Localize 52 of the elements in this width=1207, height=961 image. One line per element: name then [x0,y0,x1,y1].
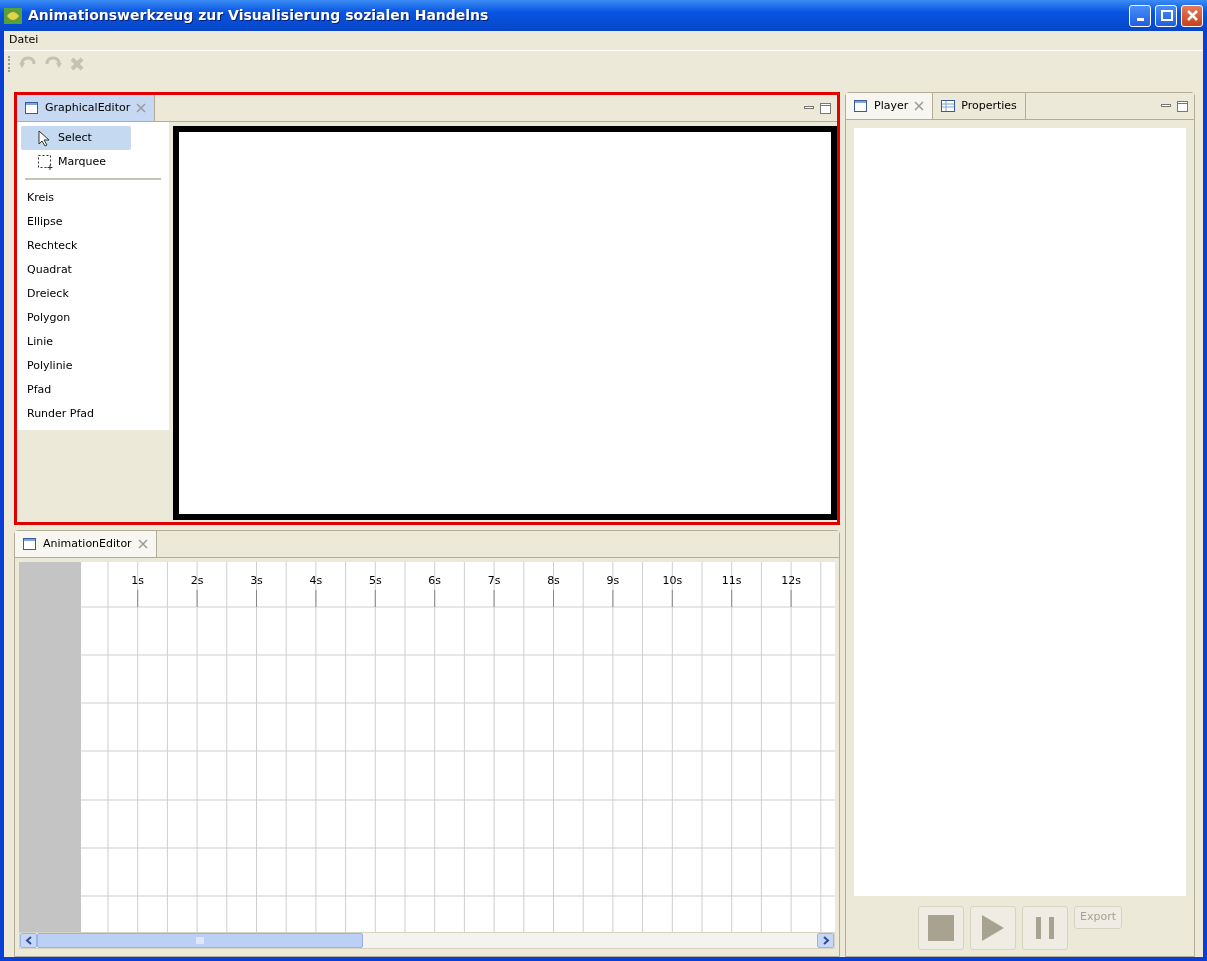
minimize-button[interactable] [1129,4,1151,27]
close-icon [1184,8,1200,23]
time-label: 2s [190,574,204,587]
minimize-icon [1136,18,1144,21]
view-icon [854,100,868,112]
palette-item[interactable]: Kreis [19,186,167,210]
app-icon [4,7,22,24]
palette-tool[interactable]: Marquee [21,150,131,174]
time-label: 4s [309,574,323,587]
tab[interactable]: AnimationEditor [15,531,157,557]
scrollbar-track[interactable] [19,932,835,949]
scroll-right-button[interactable] [817,933,834,948]
view-icon [941,100,956,112]
view-icon [23,538,37,550]
view-icon [25,102,39,114]
time-label: 10s [662,574,683,587]
palette-item[interactable]: Rechteck [19,234,167,258]
menu-item[interactable]: Datei [6,32,42,49]
time-label: 1s [131,574,145,587]
drawing-canvas[interactable] [173,126,837,520]
maximize-icon [1158,8,1174,23]
scroll-left-button[interactable] [20,933,37,948]
tab[interactable]: GraphicalEditor [17,95,156,121]
close-button[interactable] [1181,4,1203,27]
time-label: 3s [250,574,263,587]
marquee-icon [37,153,54,171]
play-icon [980,915,1006,941]
maximize-button[interactable] [1177,100,1188,112]
time-label: 8s [547,574,560,587]
time-label: 9s [606,574,620,587]
palette-item[interactable]: Ellipse [19,210,167,234]
close-icon[interactable] [914,101,925,111]
scrollbar-thumb[interactable] [37,933,363,948]
palette-item[interactable]: Quadrat [19,258,167,282]
tab[interactable]: Player [846,93,934,119]
close-icon[interactable] [136,103,147,113]
palette-item[interactable]: Linie [19,330,167,354]
time-label: 5s [368,574,382,587]
palette-item[interactable]: Runder Pfad [19,402,167,426]
window-title: Animationswerkzeug zur Visualisierung sozialen Handelns [28,6,489,25]
time-label: 12s [781,574,801,587]
maximize-button[interactable] [820,102,831,114]
close-icon[interactable] [137,539,148,549]
palette-item[interactable]: Pfad [19,378,167,402]
stop-icon [928,915,954,941]
palette-item[interactable]: Polylinie [19,354,167,378]
time-label: 6s [428,574,442,587]
palette-item[interactable]: Dreieck [19,282,167,306]
palette-tool[interactable]: Select [21,126,131,150]
time-label: 11s [721,574,742,587]
time-label: 7s [487,574,501,587]
palette-item[interactable]: Polygon [19,306,167,330]
